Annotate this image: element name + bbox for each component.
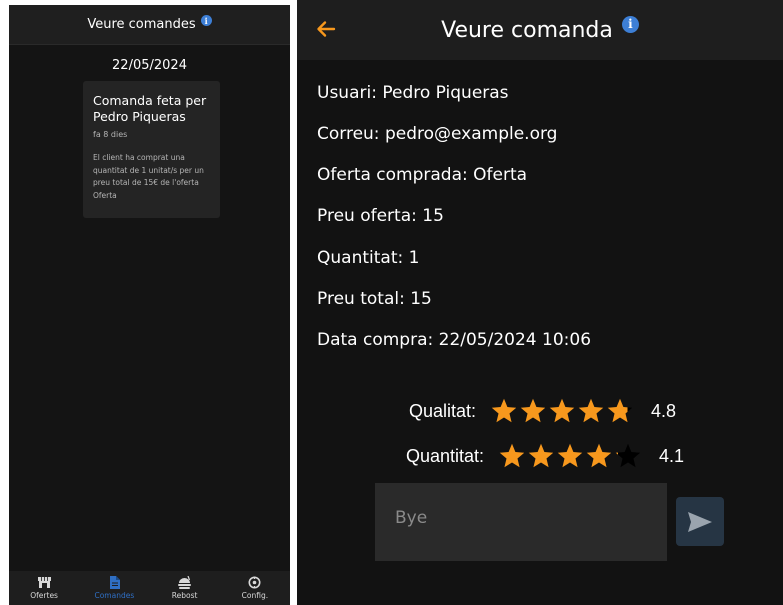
page-title: Veure comanda [441,17,613,43]
star-icon[interactable] [519,397,547,425]
order-card-description: El client ha comprat una quantitat de 1 … [93,153,204,200]
star-icon[interactable] [606,397,634,425]
app-header: Veure comandes i [9,5,290,45]
message-input[interactable] [375,483,667,561]
back-arrow-icon[interactable] [315,18,337,40]
document-icon [109,576,120,589]
order-detail-screen: Veure comanda i Usuari: Pedro Piqueras C… [297,0,783,605]
nav-item-ofertes[interactable]: Ofertes [9,571,79,605]
offer-price-field: Preu oferta: 15 [317,206,444,226]
nav-label: Config. [241,591,269,600]
nav-label: Ofertes [30,591,58,600]
page-title: Veure comandes [87,17,196,32]
star-icon[interactable] [614,442,642,470]
nav-label: Comandes [94,591,135,600]
order-card[interactable]: Comanda feta per Pedro Piqueras fa 8 die… [83,81,220,218]
send-icon [688,511,712,532]
quantity-rating-value: 4.1 [659,445,685,466]
nav-item-config[interactable]: Config. [220,571,290,605]
quality-stars[interactable] [490,397,635,425]
settings-icon [248,576,261,589]
food-icon [178,576,192,589]
order-card-age: fa 8 dies [93,130,128,139]
orders-list-screen: Veure comandes i 22/05/2024 Comanda feta… [9,5,290,605]
quality-rating: Qualitat: 4.8 [409,396,676,426]
star-icon[interactable] [527,442,555,470]
nav-item-rebost[interactable]: Rebost [150,571,220,605]
bottom-navigation: Ofertes Comandes Rebost Config. [9,571,290,605]
star-icon[interactable] [490,397,518,425]
app-header: Veure comanda i [297,0,783,60]
store-icon [37,577,51,588]
message-box [375,483,667,561]
email-field: Correu: pedro@example.org [317,124,558,144]
quantity-stars[interactable] [498,442,643,470]
order-card-title: Comanda feta per Pedro Piqueras [93,93,207,124]
star-icon[interactable] [556,442,584,470]
star-icon[interactable] [498,442,526,470]
date-header: 22/05/2024 [112,58,187,73]
info-icon[interactable]: i [200,15,212,26]
user-field: Usuari: Pedro Piqueras [317,83,509,103]
star-icon[interactable] [585,442,613,470]
nav-label: Rebost [171,591,198,600]
info-icon[interactable]: i [621,15,639,33]
quantity-field: Quantitat: 1 [317,248,420,268]
star-icon[interactable] [548,397,576,425]
purchase-date-field: Data compra: 22/05/2024 10:06 [317,330,592,350]
send-button[interactable] [676,497,724,546]
quantity-rating: Quantitat: 4.1 [406,441,684,471]
star-icon[interactable] [577,397,605,425]
quality-rating-value: 4.8 [651,400,677,421]
nav-item-comandes[interactable]: Comandes [79,571,149,605]
quantity-rating-label: Quantitat: [406,445,485,466]
offer-field: Oferta comprada: Oferta [317,165,528,185]
total-price-field: Preu total: 15 [317,289,432,309]
quality-rating-label: Qualitat: [409,400,477,421]
